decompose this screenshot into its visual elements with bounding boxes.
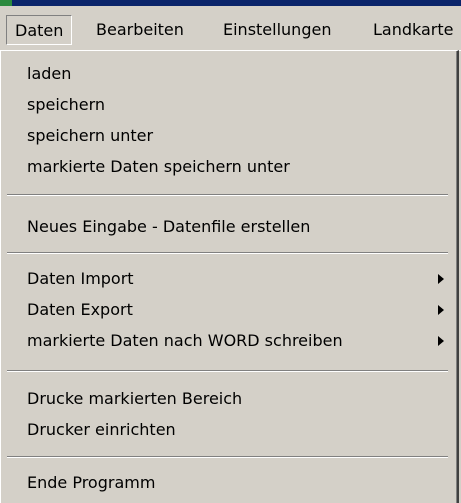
daten-dropdown-menu: laden speichern speichern unter markiert… — [0, 50, 459, 503]
menu-item-label: Neues Eingabe - Datenfile erstellen — [27, 217, 311, 236]
menu-item-ende-programm[interactable]: Ende Programm — [1, 468, 456, 498]
menu-separator — [7, 252, 448, 254]
menu-item-label: speichern unter — [27, 126, 154, 145]
menu-item-daten-export[interactable]: Daten Export — [1, 295, 456, 325]
menu-item-label: laden — [27, 64, 72, 83]
menu-landkarte[interactable]: Landkarte — [365, 15, 461, 45]
menu-item-label: markierte Daten nach WORD schreiben — [27, 331, 343, 350]
menu-item-markierte-daten-speichern-unter[interactable]: markierte Daten speichern unter — [1, 152, 456, 182]
menu-item-drucke-markierten-bereich[interactable]: Drucke markierten Bereich — [1, 384, 456, 414]
menu-item-label: Daten Export — [27, 300, 133, 319]
menu-bar: Daten Bearbeiten Einstellungen Landkarte — [0, 6, 461, 51]
menu-daten[interactable]: Daten — [6, 15, 73, 45]
menu-item-label: Drucker einrichten — [27, 420, 176, 439]
menu-bearbeiten[interactable]: Bearbeiten — [88, 15, 192, 45]
menu-item-speichern[interactable]: speichern — [1, 90, 456, 120]
menu-item-neues-eingabe-datenfile[interactable]: Neues Eingabe - Datenfile erstellen — [1, 212, 456, 242]
submenu-arrow-icon — [438, 274, 444, 284]
menu-item-laden[interactable]: laden — [1, 59, 456, 89]
menu-separator — [7, 370, 448, 372]
menu-einstellungen[interactable]: Einstellungen — [215, 15, 339, 45]
menu-separator — [7, 194, 448, 196]
menu-item-label: speichern — [27, 95, 105, 114]
menu-item-label: markierte Daten speichern unter — [27, 157, 290, 176]
menu-item-label: Daten Import — [27, 269, 134, 288]
menu-item-speichern-unter[interactable]: speichern unter — [1, 121, 456, 151]
menu-item-label: Drucke markierten Bereich — [27, 389, 243, 408]
submenu-arrow-icon — [438, 305, 444, 315]
menu-separator — [7, 456, 448, 458]
submenu-arrow-icon — [438, 336, 444, 346]
menu-item-drucker-einrichten[interactable]: Drucker einrichten — [1, 415, 456, 445]
menu-item-label: Ende Programm — [27, 473, 156, 492]
menu-item-markierte-daten-nach-word[interactable]: markierte Daten nach WORD schreiben — [1, 326, 456, 356]
menu-item-daten-import[interactable]: Daten Import — [1, 264, 456, 294]
